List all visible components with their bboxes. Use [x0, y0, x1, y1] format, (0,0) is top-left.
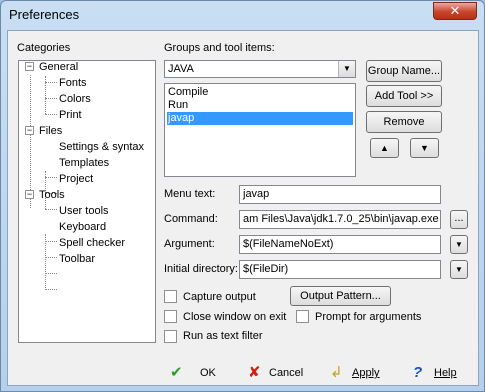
preferences-window: Preferences ✕ Categories − General Fonts…: [0, 0, 485, 392]
tree-connector: [45, 82, 57, 83]
run-as-filter-label: Run as text filter: [183, 330, 263, 342]
help-button[interactable]: ? Help: [413, 364, 465, 384]
tree-item-tools[interactable]: Tools: [39, 189, 65, 201]
tree-item-toolbar[interactable]: Toolbar: [59, 253, 95, 265]
initial-directory-field[interactable]: $(FileDir): [239, 260, 441, 279]
dialog-client-area: Categories − General Fonts Colors Print …: [7, 30, 479, 386]
group-select[interactable]: JAVA ▼: [164, 60, 356, 78]
tree-connector: [45, 98, 57, 99]
cancel-label: Cancel: [269, 367, 304, 379]
close-window-checkbox[interactable]: [164, 310, 177, 323]
tree-connector: [45, 209, 57, 210]
checkmark-icon: ✔: [170, 364, 183, 381]
arrow-up-icon: ▲: [380, 143, 389, 153]
cross-icon: ✘: [248, 364, 261, 381]
chevron-down-icon: ▼: [455, 265, 463, 274]
tree-item-settings-syntax[interactable]: Settings & syntax: [59, 141, 144, 153]
tree-connector: [45, 234, 46, 288]
tree-item-spell-checker[interactable]: Spell checker: [59, 237, 125, 249]
menu-text-label: Menu text:: [164, 188, 216, 200]
initial-directory-menu-button[interactable]: ▼: [450, 260, 468, 279]
tool-items-list[interactable]: Compile Run javap: [164, 83, 356, 177]
capture-output-label: Capture output: [183, 291, 256, 303]
categories-heading: Categories: [17, 42, 71, 54]
initial-directory-label: Initial directory:: [164, 263, 238, 275]
argument-menu-button[interactable]: ▼: [450, 235, 468, 254]
window-title: Preferences: [9, 7, 80, 22]
arrow-down-icon: ▼: [420, 143, 429, 153]
tree-item-keyboard[interactable]: Keyboard: [59, 221, 106, 233]
output-pattern-button[interactable]: Output Pattern...: [290, 286, 391, 306]
tree-item-user-tools[interactable]: User tools: [59, 205, 109, 217]
apply-label: Apply: [352, 367, 380, 379]
tree-connector: [45, 289, 57, 290]
prompt-arguments-label: Prompt for arguments: [315, 311, 422, 323]
group-select-value: JAVA: [168, 63, 194, 75]
help-question-icon: ?: [413, 364, 423, 381]
groups-heading: Groups and tool items:: [164, 42, 275, 54]
add-tool-button[interactable]: Add Tool >>: [366, 85, 442, 107]
close-icon: ✕: [449, 3, 461, 18]
remove-button[interactable]: Remove: [366, 111, 442, 133]
collapse-tools-icon[interactable]: −: [25, 190, 34, 199]
close-window-label: Close window on exit: [183, 311, 287, 323]
list-item-run[interactable]: Run: [167, 99, 353, 112]
command-label: Command:: [164, 213, 218, 225]
move-up-button[interactable]: ▲: [370, 138, 399, 158]
tree-connector: [45, 241, 57, 242]
chevron-down-icon: ▼: [455, 240, 463, 249]
chevron-down-icon[interactable]: ▼: [338, 61, 355, 77]
tree-item-print[interactable]: Print: [59, 109, 82, 121]
argument-field[interactable]: $(FileNameNoExt): [239, 235, 441, 254]
argument-label: Argument:: [164, 238, 215, 250]
group-name-button[interactable]: Group Name...: [366, 60, 442, 82]
ok-label: OK: [200, 367, 216, 379]
collapse-files-icon[interactable]: −: [25, 126, 34, 135]
tree-item-project[interactable]: Project: [59, 173, 93, 185]
tree-connector: [45, 177, 57, 178]
categories-tree[interactable]: − General Fonts Colors Print − Files Set…: [18, 60, 156, 343]
tree-item-fonts[interactable]: Fonts: [59, 77, 87, 89]
tree-connector: [45, 273, 57, 274]
list-item-compile[interactable]: Compile: [167, 86, 353, 99]
close-button[interactable]: ✕: [433, 2, 477, 20]
tree-item-templates[interactable]: Templates: [59, 157, 109, 169]
apply-button[interactable]: ↲ Apply: [330, 364, 386, 384]
run-as-filter-checkbox[interactable]: [164, 330, 177, 343]
command-field[interactable]: am Files\Java\jdk1.7.0_25\bin\javap.exe: [239, 210, 441, 229]
apply-arrow-icon: ↲: [330, 364, 343, 381]
list-item-javap[interactable]: javap: [167, 112, 353, 125]
browse-command-button[interactable]: ...: [450, 210, 468, 229]
capture-output-checkbox[interactable]: [164, 290, 177, 303]
tree-connector: [45, 114, 57, 115]
cancel-button[interactable]: ✘ Cancel: [248, 364, 308, 384]
tree-item-files[interactable]: Files: [39, 125, 62, 137]
menu-text-field[interactable]: javap: [239, 185, 441, 204]
title-bar: Preferences ✕: [1, 1, 484, 29]
tree-item-colors[interactable]: Colors: [59, 93, 91, 105]
prompt-arguments-checkbox[interactable]: [296, 310, 309, 323]
help-label: Help: [434, 367, 457, 379]
tree-item-general[interactable]: General: [39, 61, 78, 73]
collapse-general-icon[interactable]: −: [25, 62, 34, 71]
ok-button[interactable]: ✔ OK: [170, 364, 222, 384]
move-down-button[interactable]: ▼: [410, 138, 439, 158]
tree-connector: [45, 257, 57, 258]
